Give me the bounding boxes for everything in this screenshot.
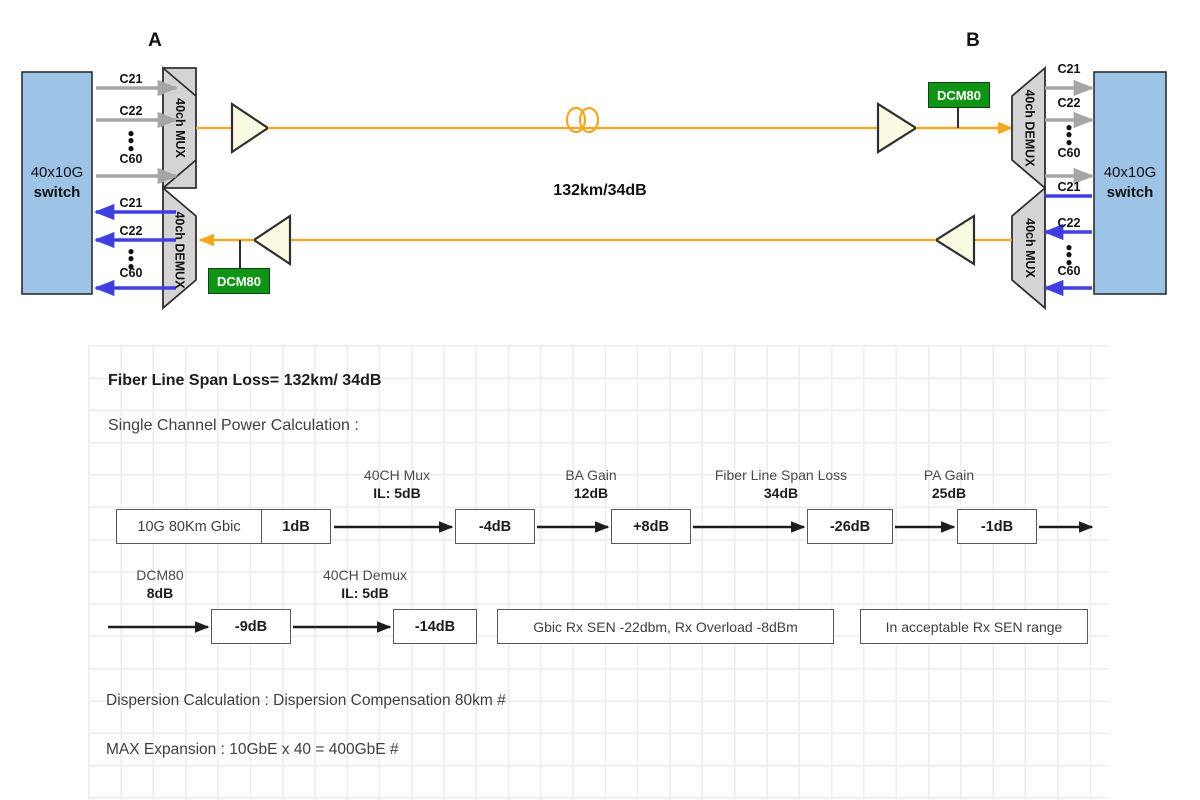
site-a-tx-label-c22: C22 bbox=[106, 104, 156, 118]
site-a-dcm80[interactable]: DCM80 bbox=[208, 268, 270, 294]
site-b-demux-label: 40ch DEMUX bbox=[1023, 89, 1037, 166]
site-a-mux-label: 40ch MUX bbox=[173, 98, 187, 158]
site-a-preamp-shape bbox=[254, 216, 290, 264]
calc-arrows-layer bbox=[88, 345, 1109, 800]
site-a-dcm80-label: DCM80 bbox=[217, 274, 261, 289]
diagram-canvas: A B 40x10G switch 40x10G switch C21 C22 … bbox=[0, 0, 1200, 800]
site-b-dcm80-label: DCM80 bbox=[937, 88, 981, 103]
site-a-demux-label: 40ch DEMUX bbox=[173, 211, 187, 288]
fiber-span-label: 132km/34dB bbox=[492, 182, 708, 200]
site-a-label: A bbox=[130, 30, 180, 52]
site-a-mux[interactable]: 40ch MUX bbox=[150, 98, 210, 158]
calculation-panel: Fiber Line Span Loss= 132km/ 34dB Single… bbox=[88, 345, 1109, 800]
site-b-mux-label: 40ch MUX bbox=[1023, 218, 1037, 278]
site-b-rx-label-c21: C21 bbox=[1044, 62, 1094, 76]
site-b-switch-line1: 40x10G bbox=[1104, 163, 1157, 183]
site-b-booster-amp-shape bbox=[936, 216, 974, 264]
site-b-switch-line2: switch bbox=[1107, 183, 1154, 203]
site-a-switch[interactable]: 40x10G switch bbox=[22, 72, 92, 294]
site-b-mux[interactable]: 40ch MUX bbox=[1000, 218, 1060, 278]
site-b-label: B bbox=[948, 30, 998, 52]
site-a-tx-label-c21: C21 bbox=[106, 72, 156, 86]
site-a-tx-label-c60: C60 bbox=[106, 152, 156, 166]
site-a-rx-label-c21: C21 bbox=[106, 196, 156, 210]
site-a-demux[interactable]: 40ch DEMUX bbox=[148, 218, 212, 282]
site-a-booster-amp-shape bbox=[232, 104, 268, 152]
site-b-tx-label-c21: C21 bbox=[1044, 180, 1094, 194]
site-a-tx-ellipsis: ●●● bbox=[106, 130, 156, 152]
site-b-demux[interactable]: 40ch DEMUX bbox=[998, 96, 1062, 160]
site-b-preamp-shape bbox=[878, 104, 916, 152]
site-a-switch-line1: 40x10G bbox=[31, 163, 84, 183]
site-b-switch[interactable]: 40x10G switch bbox=[1094, 72, 1166, 294]
site-a-switch-line2: switch bbox=[34, 183, 81, 203]
site-b-dcm80[interactable]: DCM80 bbox=[928, 82, 990, 108]
